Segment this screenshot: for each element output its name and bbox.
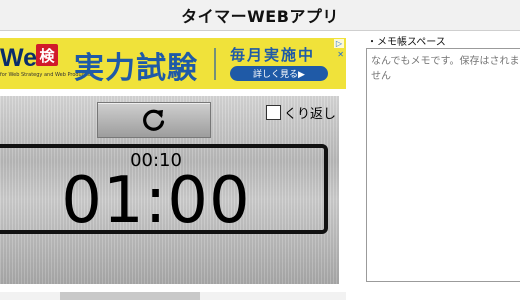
ad-brand-kanji: 検 <box>36 44 58 66</box>
time-display: 00:10 01:00 <box>0 144 328 238</box>
app-header: タイマーWEBアプリ <box>0 0 520 31</box>
ad-banner-bottom[interactable] <box>0 292 346 300</box>
reset-icon <box>143 109 165 131</box>
memo-label: ・メモ帳スペース <box>367 37 446 48</box>
app-title: タイマーWEBアプリ <box>181 7 339 26</box>
ad-choices-icon[interactable]: ▷ <box>333 39 344 48</box>
ad-close-icon[interactable]: ✕ <box>337 50 344 59</box>
ad-tagline: for Web Strategy and Web Production <box>0 72 95 78</box>
ad-bottom-strip <box>60 292 200 300</box>
ad-divider <box>214 48 216 80</box>
ad-headline: 実力試験 <box>74 51 198 86</box>
countdown-time: 01:00 <box>61 164 251 238</box>
repeat-checkbox[interactable] <box>266 105 281 120</box>
ad-banner[interactable]: Web 検 for Web Strategy and Web Productio… <box>0 38 346 89</box>
ad-detail-button[interactable]: 詳しく見る▶ <box>230 66 328 81</box>
repeat-label: くり返し <box>284 107 337 122</box>
ad-monthly: 毎月実施中 <box>230 46 316 64</box>
memo-textarea[interactable] <box>366 48 520 282</box>
repeat-toggle[interactable]: くり返し <box>266 103 336 122</box>
timer-panel: くり返し 00:10 01:00 <box>0 96 339 284</box>
reset-button[interactable] <box>97 102 211 138</box>
